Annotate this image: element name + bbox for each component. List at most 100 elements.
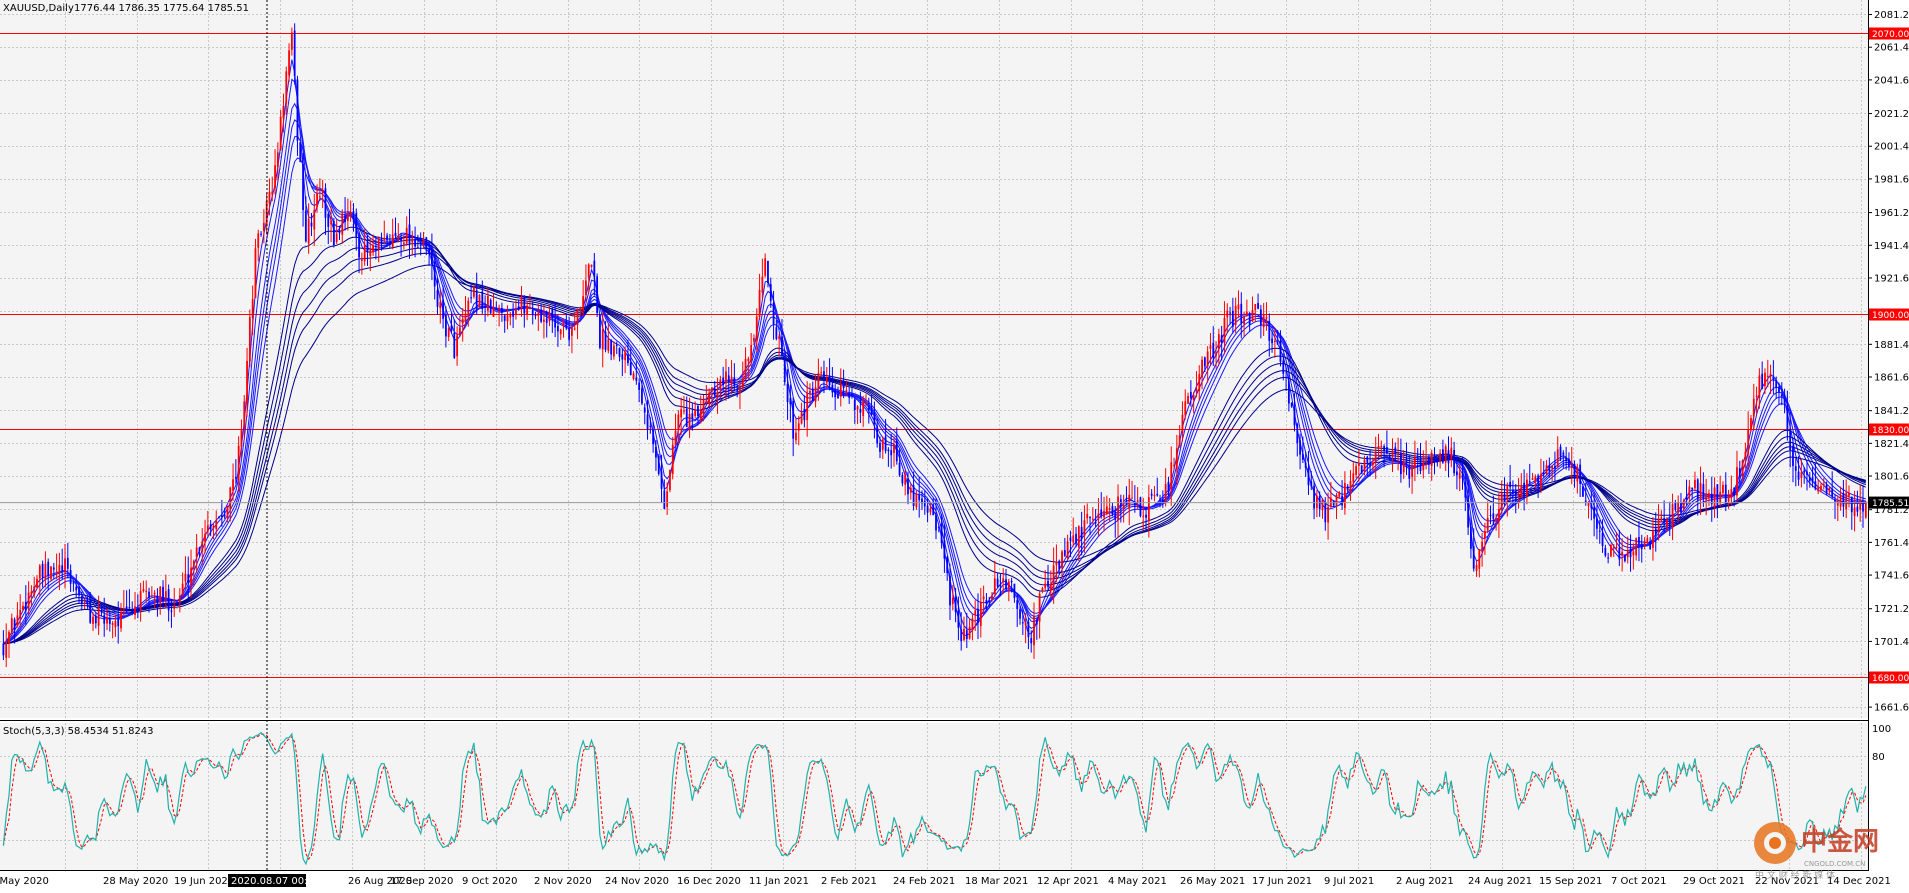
- candle-body: [1374, 451, 1377, 463]
- candle-body: [1736, 467, 1738, 496]
- candle-body: [47, 561, 50, 576]
- candle-body: [1573, 464, 1576, 479]
- candle-body: [1820, 485, 1822, 491]
- candle-body: [856, 406, 859, 410]
- stoch-header: Stoch(5,3,3) 58.4534 51.8243: [3, 726, 154, 737]
- candle-body: [58, 564, 61, 574]
- candle-body: [237, 445, 240, 481]
- candle-body: [1845, 492, 1848, 510]
- candle-body: [187, 574, 190, 583]
- candle-body: [954, 596, 957, 612]
- candle-body: [209, 524, 212, 530]
- candle-body: [134, 606, 136, 615]
- candle-body: [383, 238, 386, 240]
- candle-body: [97, 607, 100, 626]
- candle-body: [1514, 491, 1517, 497]
- candle-body: [181, 583, 184, 595]
- candle-body: [649, 425, 652, 427]
- candle-body: [1537, 475, 1540, 484]
- candle-body: [218, 516, 220, 518]
- candle-body: [495, 307, 498, 309]
- candle-body: [1273, 340, 1276, 342]
- candle-body: [1257, 303, 1259, 309]
- candle-body: [285, 71, 288, 104]
- candle-body: [540, 309, 543, 322]
- candle-body: [632, 373, 635, 379]
- candle-body: [246, 360, 248, 403]
- candle-body: [1716, 484, 1719, 505]
- candle-body: [1145, 514, 1147, 518]
- candle-body: [562, 321, 565, 327]
- candle-body: [870, 410, 873, 415]
- candle-body: [534, 315, 537, 317]
- candle-body: [290, 32, 293, 50]
- candle-body: [1307, 467, 1310, 486]
- candle-body: [162, 586, 164, 602]
- candle-body: [1080, 526, 1083, 540]
- candle-body: [1570, 464, 1573, 468]
- date-tick-label: 24 Feb 2021: [893, 876, 955, 887]
- candle-body: [1498, 509, 1500, 521]
- candle-body: [1699, 482, 1702, 500]
- candle-body: [430, 249, 433, 264]
- candle-body: [408, 224, 411, 244]
- candle-body: [433, 261, 436, 287]
- candle-body: [926, 505, 929, 513]
- candle-body: [1296, 423, 1299, 444]
- candle-body: [797, 423, 800, 431]
- candle-body: [391, 234, 394, 248]
- candle-body: [531, 309, 534, 316]
- candle-body: [1453, 450, 1456, 474]
- candle-body: [1002, 578, 1005, 582]
- candle-body: [1766, 375, 1769, 377]
- candle-body: [1864, 502, 1867, 518]
- candle-body: [1315, 495, 1318, 508]
- watermark-brand: 中金网: [1801, 826, 1879, 857]
- candle-body: [517, 306, 520, 310]
- candle-body: [730, 376, 733, 385]
- candle-body: [503, 315, 506, 321]
- candle-body: [1685, 496, 1688, 500]
- candle-body: [1329, 497, 1332, 507]
- candle-body: [937, 526, 940, 528]
- candle-body: [772, 302, 775, 325]
- candle-body: [1327, 506, 1329, 523]
- candle-body: [1293, 408, 1296, 426]
- candle-body: [372, 245, 374, 253]
- candle-body: [1399, 453, 1402, 475]
- candle-body: [80, 596, 83, 604]
- candle-body: [1470, 526, 1472, 549]
- candle-body: [582, 296, 585, 311]
- candle-body: [1780, 394, 1783, 397]
- candle-body: [190, 567, 192, 584]
- candle-body: [1730, 489, 1733, 498]
- candle-body: [1069, 537, 1072, 541]
- date-tick-label: 28 May 2020: [103, 876, 168, 887]
- candle-body: [1226, 310, 1229, 318]
- candle-body: [142, 589, 145, 592]
- candle-body: [125, 606, 128, 612]
- price-tick-label: 1941.40: [1874, 241, 1909, 252]
- candle-body: [327, 213, 330, 227]
- candle-body: [226, 506, 229, 518]
- candle-body: [1229, 312, 1231, 314]
- candle-body: [117, 618, 120, 627]
- candle-body: [800, 412, 803, 424]
- candle-body: [501, 307, 503, 313]
- candle-body: [52, 567, 55, 570]
- candle-body: [318, 196, 321, 198]
- candle-body: [1279, 340, 1282, 362]
- candle-body: [1582, 486, 1584, 497]
- candle-body: [184, 573, 187, 582]
- candle-body: [557, 325, 559, 332]
- crosshair-date-label: 2020.08.07 00:00: [231, 876, 320, 887]
- candle-body: [1313, 485, 1315, 509]
- date-tick-label: 24 Nov 2020: [605, 876, 669, 887]
- candle-body: [1643, 541, 1646, 546]
- candle-body: [831, 384, 834, 393]
- date-tick-label: 29 Oct 2021: [1683, 876, 1745, 887]
- candle-body: [1052, 565, 1055, 588]
- candle-body: [1853, 507, 1856, 516]
- candle-body: [848, 393, 851, 398]
- candle-body: [739, 386, 741, 394]
